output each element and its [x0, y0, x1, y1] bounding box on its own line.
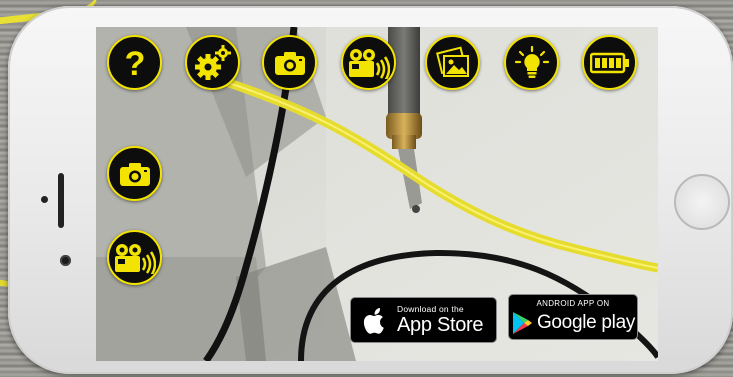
video-glyph: [114, 243, 156, 274]
gears-glyph: [194, 44, 231, 80]
snapshot-camera-icon[interactable]: [107, 146, 162, 201]
help-icon[interactable]: ?: [107, 35, 162, 90]
svg-text:?: ?: [124, 46, 145, 80]
front-camera: [60, 255, 71, 266]
camera-glyph: [119, 162, 150, 186]
google-play-badge[interactable]: ANDROID APP ON Google play: [508, 294, 638, 340]
app-store-badge[interactable]: Download on the App Store: [350, 297, 497, 343]
camera-glyph: [274, 51, 305, 75]
battery-icon[interactable]: [582, 35, 637, 90]
bulb-glyph: [514, 45, 549, 78]
battery-glyph: [589, 52, 629, 73]
app-store-big-text: App Store: [397, 314, 484, 337]
light-bulb-icon[interactable]: [504, 35, 559, 90]
gallery-glyph: [435, 46, 469, 77]
camera-viewport: ? Download on the App Store ANDROID APP …: [96, 27, 658, 361]
video-camera-icon[interactable]: [341, 35, 396, 90]
home-button[interactable]: [674, 174, 730, 230]
gallery-icon[interactable]: [425, 35, 480, 90]
google-play-small-text: ANDROID APP ON: [536, 298, 610, 308]
video-glyph: [348, 48, 390, 79]
google-play-logo-icon: [512, 311, 532, 334]
earpiece-speaker: [58, 173, 64, 228]
google-play-big-text: Google play: [536, 312, 636, 333]
question-mark-glyph: ?: [124, 46, 145, 80]
front-sensor: [41, 196, 48, 203]
record-video-icon[interactable]: [107, 230, 162, 285]
apple-logo-icon: [363, 308, 384, 334]
app-store-small-text: Download on the: [397, 303, 464, 314]
photo-camera-icon[interactable]: [262, 35, 317, 90]
settings-gears-icon[interactable]: [185, 35, 240, 90]
